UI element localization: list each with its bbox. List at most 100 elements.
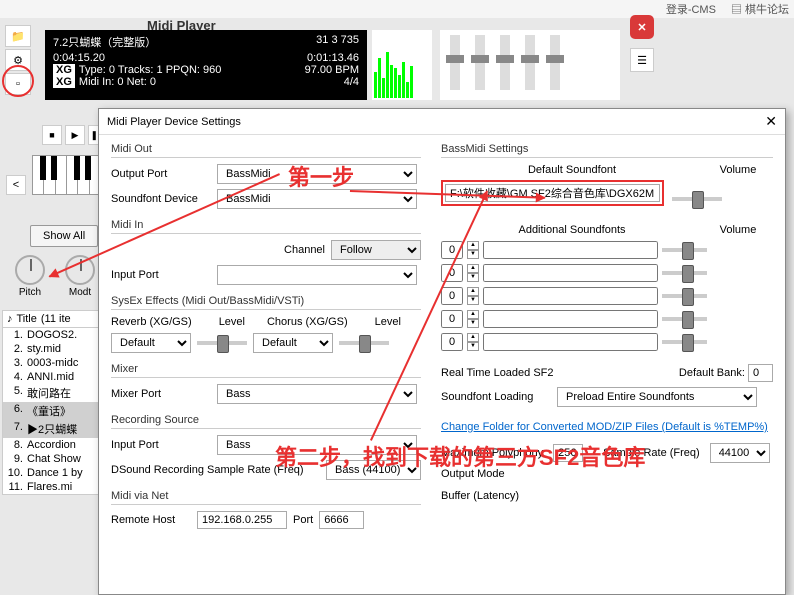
sf-spinner[interactable]: ▲▼ <box>467 310 479 328</box>
menu-button[interactable]: ☰ <box>630 48 654 72</box>
dialog-titlebar[interactable]: Midi Player Device Settings ✕ <box>99 109 785 135</box>
toolbar-left: 📁 ⚙ ▫ <box>5 25 35 95</box>
slider-4[interactable] <box>525 35 535 90</box>
xg-badge-2: XG <box>53 76 75 88</box>
playlist-row[interactable]: 10.Dance 1 by <box>3 466 101 480</box>
top-bar: 登录-CMS ▤ 棋牛论坛 <box>0 0 794 18</box>
slider-3[interactable] <box>500 35 510 90</box>
vu-meter <box>372 30 432 100</box>
back-button[interactable]: < <box>6 175 26 195</box>
folder-button[interactable]: 📁 <box>5 25 31 47</box>
playlist-row[interactable]: 1.DOGOS2. <box>3 328 101 342</box>
sf-bank-input[interactable] <box>441 264 463 282</box>
sf-spinner[interactable]: ▲▼ <box>467 287 479 305</box>
port-label: Port <box>293 514 313 526</box>
channel-select[interactable]: Follow <box>331 240 421 260</box>
player-display: 7.2只蝴蝶（完整版）31 3 735 0:04:15.200:01:13.46… <box>45 30 367 100</box>
sf-volume-slider[interactable] <box>662 294 707 298</box>
dsound-select[interactable]: Bass (44100) <box>326 460 421 480</box>
counters: 31 3 735 <box>316 34 359 52</box>
slider-5[interactable] <box>550 35 560 90</box>
sample-rate-select[interactable]: 44100 <box>710 443 770 463</box>
chorus-label: Chorus (XG/GS) <box>267 316 348 328</box>
sf-path-input[interactable] <box>483 333 658 351</box>
rec-input-port-label: Input Port <box>111 439 211 451</box>
sf-spinner[interactable]: ▲▼ <box>467 241 479 259</box>
volume-label-2: Volume <box>703 224 773 236</box>
link-cms[interactable]: 登录-CMS <box>666 1 716 17</box>
xg-badge-1: XG <box>53 64 75 76</box>
bassmidi-title: BassMidi Settings <box>441 143 773 158</box>
link-forum[interactable]: ▤ 棋牛论坛 <box>731 1 789 17</box>
piano-keyboard[interactable] <box>32 155 102 195</box>
dialog-close-button[interactable]: ✕ <box>765 113 777 130</box>
sf-volume-slider[interactable] <box>662 340 707 344</box>
sf-loading-select[interactable]: Preload Entire Soundfonts <box>557 387 757 407</box>
volume-label-1: Volume <box>703 164 773 176</box>
default-sf-input[interactable] <box>445 184 660 202</box>
recording-title: Recording Source <box>111 414 421 429</box>
tool-button-3[interactable]: ▫ <box>5 73 31 95</box>
sf-volume-slider[interactable] <box>662 271 707 275</box>
sf-spinner[interactable]: ▲▼ <box>467 333 479 351</box>
play-button[interactable]: ▶ <box>65 125 85 145</box>
knobs: Pitch Modt <box>15 255 95 298</box>
playlist-row[interactable]: 7.▶2只蝴蝶 <box>3 420 101 438</box>
sysex-section: SysEx Effects (Midi Out/BassMidi/VSTi) R… <box>111 295 421 353</box>
sf-bank-input[interactable] <box>441 310 463 328</box>
default-sf-volume-slider[interactable] <box>672 197 722 201</box>
default-bank-input[interactable] <box>748 364 773 382</box>
sf-path-input[interactable] <box>483 310 658 328</box>
sf-row: ▲▼ <box>441 240 773 260</box>
sf-path-input[interactable] <box>483 241 658 259</box>
pitch-knob[interactable] <box>15 255 45 285</box>
sf-path-input[interactable] <box>483 287 658 305</box>
playlist-row[interactable]: 3.0003-midc <box>3 356 101 370</box>
remote-host-input[interactable] <box>197 511 287 529</box>
playlist-row[interactable]: 8.Accordion <box>3 438 101 452</box>
playlist-row[interactable]: 9.Chat Show <box>3 452 101 466</box>
sf-volume-slider[interactable] <box>662 317 707 321</box>
playlist-row[interactable]: 6.《童话》 <box>3 402 101 420</box>
mixer-port-select[interactable]: Bass <box>217 384 417 404</box>
midi-out-section: Midi Out Output Port BassMidi Soundfont … <box>111 143 421 209</box>
playlist-row[interactable]: 11.Flares.mi <box>3 480 101 494</box>
mixer-port-label: Mixer Port <box>111 388 211 400</box>
sf-bank-input[interactable] <box>441 241 463 259</box>
playlist-row[interactable]: 5.敢问路在 <box>3 384 101 402</box>
reverb-select[interactable]: Default <box>111 333 191 353</box>
slider-1[interactable] <box>450 35 460 90</box>
playlist-row[interactable]: 2.sty.mid <box>3 342 101 356</box>
mixer-section: Mixer Mixer Port Bass <box>111 363 421 404</box>
sf-bank-input[interactable] <box>441 333 463 351</box>
sf-device-select[interactable]: BassMidi <box>217 189 417 209</box>
playlist-header[interactable]: ♪ Title (11 ite <box>3 311 101 328</box>
sf-spinner[interactable]: ▲▼ <box>467 264 479 282</box>
rec-input-port-select[interactable]: Bass <box>217 435 417 455</box>
stop-button[interactable]: ■ <box>42 125 62 145</box>
sf-bank-input[interactable] <box>441 287 463 305</box>
realtime-label: Real Time Loaded SF2 <box>441 367 554 379</box>
sf-volume-slider[interactable] <box>662 248 707 252</box>
show-all-button[interactable]: Show All <box>30 225 98 247</box>
playlist-row[interactable]: 4.ANNI.mid <box>3 370 101 384</box>
max-poly-input[interactable] <box>553 444 583 462</box>
output-port-select[interactable]: BassMidi <box>217 164 417 184</box>
input-port-select[interactable] <box>217 265 417 285</box>
slider-2[interactable] <box>475 35 485 90</box>
midi-out-title: Midi Out <box>111 143 421 158</box>
track-info: Type: 0 Tracks: 1 PPQN: 960 <box>79 64 221 76</box>
change-folder-link[interactable]: Change Folder for Converted MOD/ZIP File… <box>441 421 768 433</box>
chorus-select[interactable]: Default <box>253 333 333 353</box>
sf-path-input[interactable] <box>483 264 658 282</box>
midi-net-title: Midi via Net <box>111 490 421 505</box>
port-input[interactable] <box>319 511 364 529</box>
sf-device-label: Soundfont Device <box>111 193 211 205</box>
reverb-level-slider[interactable] <box>197 341 247 345</box>
settings-button[interactable]: ⚙ <box>5 49 31 71</box>
mod-knob[interactable] <box>65 255 95 285</box>
chorus-level-slider[interactable] <box>339 341 389 345</box>
close-button[interactable]: ✕ <box>630 15 654 39</box>
sf-row: ▲▼ <box>441 263 773 283</box>
sf-loading-label: Soundfont Loading <box>441 391 551 403</box>
